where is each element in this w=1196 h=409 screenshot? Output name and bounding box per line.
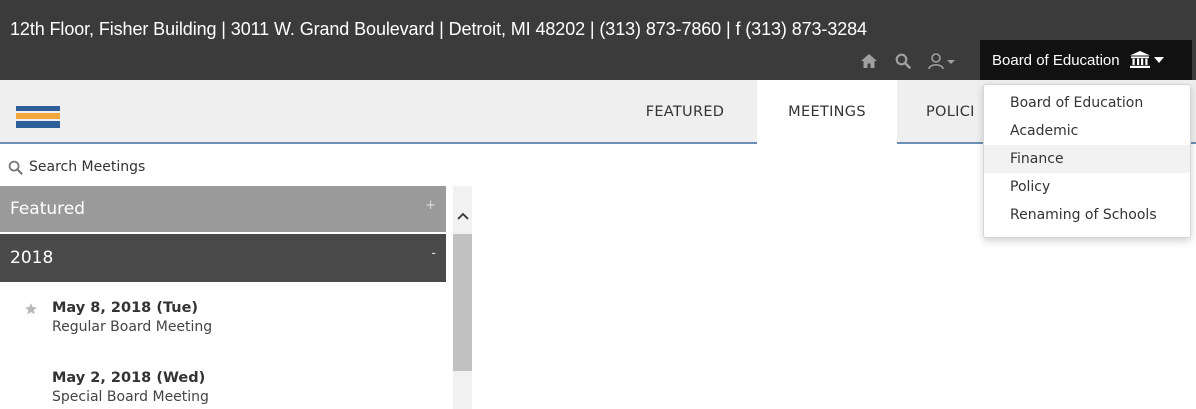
menu-item-board-of-education[interactable]: Board of Education [984,89,1190,117]
meeting-item[interactable]: May 8, 2018 (Tue) Regular Board Meeting [24,300,424,340]
logo-band-top [16,106,60,111]
board-dropdown-menu: Board of Education Academic Finance Poli… [983,84,1191,238]
menu-item-label: Finance [1010,151,1064,167]
chevron-up-icon [456,212,469,220]
accordion-2018[interactable]: 2018 - [0,234,446,282]
tab-policies-label: POLICI [926,104,975,120]
meeting-item[interactable]: May 2, 2018 (Wed) Special Board Meeting [24,370,424,408]
collapse-icon: - [431,246,436,261]
menu-item-label: Board of Education [1010,95,1144,111]
top-bar: 12th Floor, Fisher Building | 3011 W. Gr… [0,0,1196,80]
meeting-date: May 8, 2018 (Tue) [52,300,199,316]
address-text: 12th Floor, Fisher Building | 3011 W. Gr… [10,19,867,39]
board-select-label: Board of Education [992,51,1120,69]
user-menu-button[interactable] [920,49,964,73]
menu-item-finance[interactable]: Finance [984,145,1190,173]
dpscd-logo[interactable] [16,106,60,130]
meeting-title: Regular Board Meeting [52,319,213,335]
search-icon[interactable] [892,49,914,73]
search-icon [8,160,23,175]
bank-icon [1129,51,1150,69]
expand-icon: + [425,198,436,213]
tab-meetings[interactable]: MEETINGS [757,80,897,144]
menu-item-label: Academic [1010,123,1079,139]
scroll-up-button[interactable] [453,206,472,226]
search-meetings-label: Search Meetings [29,159,146,175]
user-icon [928,53,955,70]
logo-band-middle [16,113,60,119]
accordion-2018-label: 2018 [10,248,54,268]
tab-meetings-label: MEETINGS [788,104,866,120]
meeting-date: May 2, 2018 (Wed) [52,370,206,386]
menu-item-label: Policy [1010,179,1051,195]
scrollbar-thumb[interactable] [453,234,472,371]
logo-band-bottom [16,121,60,128]
board-select-dropdown[interactable]: Board of Education [980,40,1192,80]
home-icon[interactable] [858,49,880,73]
menu-item-policy[interactable]: Policy [984,173,1190,201]
caret-down-icon [1153,57,1164,63]
menu-item-label: Renaming of Schools [1010,207,1157,223]
meeting-title: Special Board Meeting [52,389,209,405]
accordion-featured[interactable]: Featured + [0,186,446,232]
accordion-featured-label: Featured [10,199,86,219]
star-icon[interactable] [24,302,38,316]
menu-item-academic[interactable]: Academic [984,117,1190,145]
menu-item-renaming-of-schools[interactable]: Renaming of Schools [984,201,1190,229]
search-meetings-link[interactable]: Search Meetings [8,156,145,178]
tab-featured[interactable]: FEATURED [625,80,745,144]
tab-featured-label: FEATURED [645,104,725,120]
